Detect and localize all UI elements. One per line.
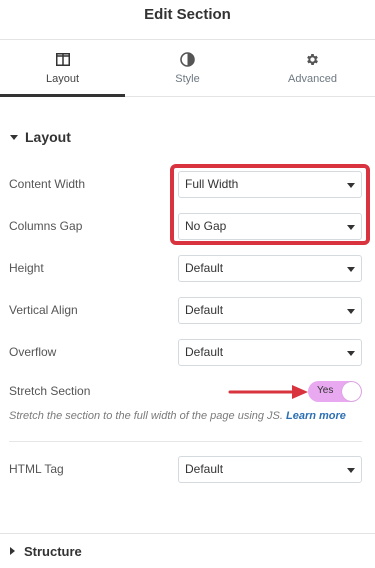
chevron-down-icon (347, 266, 355, 272)
height-value: Default (185, 261, 224, 275)
panel-title: Edit Section (144, 6, 231, 23)
html-tag-row: HTML Tag Default (0, 455, 375, 483)
toggle-knob (342, 382, 361, 401)
html-tag-select[interactable]: Default (178, 455, 362, 483)
html-tag-label: HTML Tag (9, 462, 64, 476)
tab-style-label: Style (175, 72, 200, 85)
vertical-align-row: Vertical Align Default (0, 296, 375, 324)
vertical-align-label: Vertical Align (9, 303, 78, 317)
columns-icon (55, 52, 71, 68)
chevron-down-icon (347, 467, 355, 473)
height-select[interactable]: Default (178, 254, 362, 282)
chevron-down-icon (347, 224, 355, 230)
tab-layout-label: Layout (45, 72, 80, 85)
chevron-down-icon (347, 350, 355, 356)
caret-right-icon (10, 547, 15, 555)
learn-more-link[interactable]: Learn more (286, 410, 346, 422)
overflow-select[interactable]: Default (178, 338, 362, 366)
structure-section-toggle[interactable]: Structure (0, 533, 375, 568)
caret-down-icon (10, 134, 18, 140)
tab-style[interactable]: Style (125, 40, 250, 96)
columns-gap-select[interactable]: No Gap (178, 212, 362, 240)
stretch-description-text: Stretch the section to the full width of… (9, 410, 283, 422)
tab-layout[interactable]: Layout (0, 40, 125, 97)
stretch-section-label: Stretch Section (9, 384, 91, 398)
html-tag-value: Default (185, 462, 224, 476)
gear-icon (305, 52, 321, 68)
layout-section-title: Layout (25, 129, 71, 145)
height-label: Height (9, 261, 44, 275)
panel-tabs: Layout Style Advanced (0, 40, 375, 97)
structure-section-title: Structure (24, 543, 82, 559)
layout-section-toggle[interactable]: Layout (0, 119, 375, 155)
stretch-toggle-text: Yes (317, 385, 334, 396)
columns-gap-value: No Gap (185, 219, 227, 233)
overflow-label: Overflow (9, 345, 57, 359)
content-width-row: Content Width Full Width (0, 170, 375, 198)
stretch-description: Stretch the section to the full width of… (9, 410, 369, 422)
stretch-section-toggle[interactable]: Yes (308, 381, 362, 402)
chevron-down-icon (347, 308, 355, 314)
vertical-align-select[interactable]: Default (178, 296, 362, 324)
height-row: Height Default (0, 254, 375, 282)
tab-advanced[interactable]: Advanced (250, 40, 375, 96)
content-width-select[interactable]: Full Width (178, 170, 362, 198)
columns-gap-label: Columns Gap (9, 219, 83, 233)
contrast-icon (180, 52, 196, 68)
overflow-row: Overflow Default (0, 338, 375, 366)
divider (9, 441, 362, 442)
vertical-align-value: Default (185, 303, 224, 317)
panel-header: Edit Section (0, 0, 375, 40)
columns-gap-row: Columns Gap No Gap (0, 212, 375, 240)
content-width-label: Content Width (9, 177, 86, 191)
tab-advanced-label: Advanced (288, 72, 337, 85)
chevron-down-icon (347, 182, 355, 188)
content-width-value: Full Width (185, 177, 239, 191)
overflow-value: Default (185, 345, 224, 359)
